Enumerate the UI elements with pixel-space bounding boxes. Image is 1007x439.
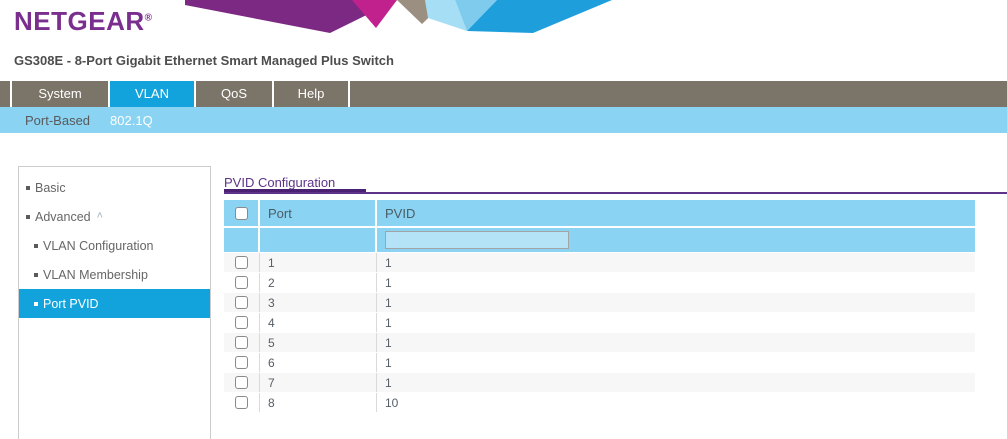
sidebar-item-label: Port PVID — [43, 297, 99, 311]
nav-separator — [348, 81, 350, 107]
checkbox-cell — [224, 373, 260, 392]
select-all-cell — [224, 200, 260, 226]
checkbox-cell — [224, 333, 260, 352]
table-row: 5 1 — [224, 333, 975, 353]
table-edit-row — [224, 228, 975, 252]
sub-nav: Port-Based 802.1Q — [0, 107, 1007, 133]
netgear-logo: NETGEAR® — [14, 6, 153, 37]
sidebar-item-vlan-configuration[interactable]: VLAN Configuration — [19, 231, 210, 260]
pvid-cell: 1 — [377, 353, 975, 372]
column-header-port: Port — [260, 200, 377, 226]
select-all-checkbox[interactable] — [235, 207, 248, 220]
title-underline — [224, 192, 1007, 194]
checkbox-cell — [224, 273, 260, 292]
table-row: 6 1 — [224, 353, 975, 373]
port-cell: 1 — [260, 253, 377, 272]
checkbox-cell — [224, 393, 260, 412]
edit-pvid-cell — [377, 228, 975, 252]
sidebar-item-port-pvid[interactable]: Port PVID — [19, 289, 210, 318]
pvid-cell: 1 — [377, 273, 975, 292]
row-checkbox[interactable] — [235, 296, 248, 309]
pvid-cell: 1 — [377, 313, 975, 332]
sidebar-item-label: Basic — [35, 181, 66, 195]
row-checkbox[interactable] — [235, 276, 248, 289]
nav-tab-vlan[interactable]: VLAN — [108, 81, 194, 107]
checkbox-cell — [224, 253, 260, 272]
pvid-cell: 1 — [377, 333, 975, 352]
registered-mark: ® — [145, 12, 153, 23]
port-cell: 6 — [260, 353, 377, 372]
table-row: 7 1 — [224, 373, 975, 393]
table-row: 3 1 — [224, 293, 975, 313]
row-checkbox[interactable] — [235, 256, 248, 269]
pvid-input[interactable] — [385, 231, 569, 249]
edit-port-cell — [260, 228, 377, 252]
sidebar-item-advanced[interactable]: Advanced ˄ — [19, 202, 210, 231]
table-header-row: Port PVID — [224, 200, 975, 226]
pvid-cell: 1 — [377, 373, 975, 392]
port-cell: 2 — [260, 273, 377, 292]
table-row: 2 1 — [224, 273, 975, 293]
row-checkbox[interactable] — [235, 316, 248, 329]
pvid-cell: 10 — [377, 393, 975, 412]
checkbox-cell — [224, 313, 260, 332]
row-checkbox[interactable] — [235, 376, 248, 389]
port-cell: 4 — [260, 313, 377, 332]
bullet-icon — [34, 244, 38, 248]
port-cell: 8 — [260, 393, 377, 412]
nav-tab-help[interactable]: Help — [272, 81, 348, 107]
sidebar-item-basic[interactable]: Basic — [19, 173, 210, 202]
subnav-item-port-based[interactable]: Port-Based — [25, 113, 90, 128]
row-checkbox[interactable] — [235, 336, 248, 349]
row-checkbox[interactable] — [235, 356, 248, 369]
main-nav: System VLAN QoS Help — [0, 81, 1007, 107]
netgear-logo-text: NETGEAR — [14, 6, 145, 36]
table-row: 8 10 — [224, 393, 975, 413]
checkbox-cell — [224, 353, 260, 372]
checkbox-cell — [224, 293, 260, 312]
page: NETGEAR® GS308E - 8-Port Gigabit Etherne… — [0, 0, 1007, 439]
device-title: GS308E - 8-Port Gigabit Ethernet Smart M… — [14, 53, 394, 68]
edit-checkbox-cell — [224, 228, 260, 252]
column-header-pvid: PVID — [377, 200, 975, 226]
pvid-cell: 1 — [377, 253, 975, 272]
pvid-table: Port PVID 1 1 2 1 3 1 — [224, 200, 975, 413]
bullet-icon — [26, 215, 30, 219]
nav-tab-qos[interactable]: QoS — [194, 81, 272, 107]
table-row: 1 1 — [224, 253, 975, 273]
table-row: 4 1 — [224, 313, 975, 333]
sidebar: Basic Advanced ˄ VLAN Configuration VLAN… — [18, 166, 211, 439]
bullet-icon — [26, 186, 30, 190]
page-title: PVID Configuration — [224, 175, 335, 190]
sidebar-item-label: Advanced — [35, 210, 91, 224]
sidebar-item-label: VLAN Membership — [43, 268, 148, 282]
port-cell: 7 — [260, 373, 377, 392]
port-cell: 5 — [260, 333, 377, 352]
row-checkbox[interactable] — [235, 396, 248, 409]
nav-tab-system[interactable]: System — [10, 81, 108, 107]
collapse-caret-icon: ˄ — [97, 211, 103, 222]
subnav-item-8021q[interactable]: 802.1Q — [110, 113, 153, 128]
port-cell: 3 — [260, 293, 377, 312]
bullet-icon — [34, 302, 38, 306]
pvid-cell: 1 — [377, 293, 975, 312]
sidebar-item-label: VLAN Configuration — [43, 239, 153, 253]
bullet-icon — [34, 273, 38, 277]
sidebar-item-vlan-membership[interactable]: VLAN Membership — [19, 260, 210, 289]
table-body: 1 1 2 1 3 1 4 1 5 1 6 1 — [224, 253, 975, 413]
